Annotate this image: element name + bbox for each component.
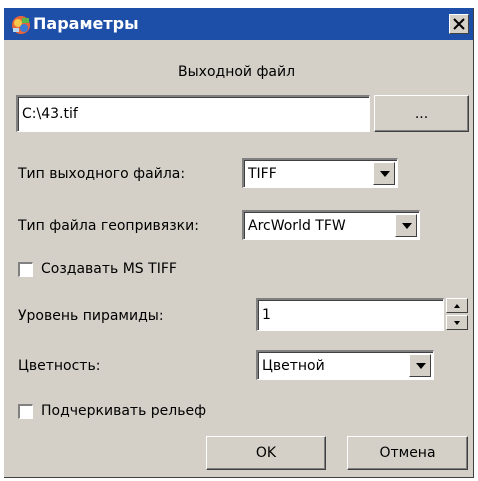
caret-down-icon <box>454 321 460 325</box>
chevron-down-icon <box>380 170 390 177</box>
chevron-down-icon <box>416 362 426 369</box>
close-icon <box>453 18 465 30</box>
chevron-down-icon <box>402 222 412 229</box>
georef-type-value: ArcWorld TFW <box>248 217 346 234</box>
close-button[interactable] <box>449 14 469 34</box>
colorful-parameters-icon <box>10 14 32 36</box>
create-ms-tiff-label: Создавать MS TIFF <box>41 261 177 277</box>
create-ms-tiff-checkbox[interactable] <box>18 262 33 277</box>
ok-button-label: OK <box>255 445 277 461</box>
parameters-dialog: Параметры Выходной файл C:\43.tif ... Ти… <box>4 8 474 478</box>
file-type-value: TIFF <box>248 165 277 182</box>
emphasize-relief-checkbox[interactable] <box>18 404 33 419</box>
color-mode-value: Цветной <box>262 357 325 374</box>
georef-type-dropdown[interactable]: ArcWorld TFW <box>242 210 420 240</box>
output-file-heading: Выходной файл <box>178 64 296 80</box>
caret-up-icon <box>454 304 460 308</box>
color-mode-label: Цветность: <box>18 358 101 374</box>
browse-button-label: ... <box>414 105 429 122</box>
output-path-value: C:\43.tif <box>22 106 78 122</box>
emphasize-relief-label: Подчеркивать рельеф <box>41 403 207 419</box>
output-path-field[interactable]: C:\43.tif <box>16 95 370 132</box>
ok-button[interactable]: OK <box>206 436 326 470</box>
pyramid-level-spinner[interactable] <box>446 298 468 331</box>
cancel-button[interactable]: Отмена <box>347 436 468 470</box>
file-type-label: Тип выходного файла: <box>18 166 186 182</box>
color-mode-dropdown-button[interactable] <box>409 354 431 377</box>
spin-up-button[interactable] <box>446 298 468 313</box>
file-type-dropdown[interactable]: TIFF <box>242 158 398 188</box>
pyramid-level-value: 1 <box>262 307 271 323</box>
browse-button[interactable]: ... <box>374 95 469 132</box>
title-bar[interactable]: Параметры <box>4 8 473 40</box>
georef-type-label: Тип файла геопривязки: <box>18 218 199 234</box>
georef-type-dropdown-button[interactable] <box>395 214 417 237</box>
color-mode-dropdown[interactable]: Цветной <box>256 350 434 380</box>
pyramid-level-label: Уровень пирамиды: <box>18 308 164 324</box>
file-type-dropdown-button[interactable] <box>373 162 395 185</box>
window-title: Параметры <box>33 14 139 33</box>
spin-down-button[interactable] <box>446 315 468 330</box>
pyramid-level-input[interactable]: 1 <box>256 298 444 331</box>
cancel-button-label: Отмена <box>379 445 436 461</box>
